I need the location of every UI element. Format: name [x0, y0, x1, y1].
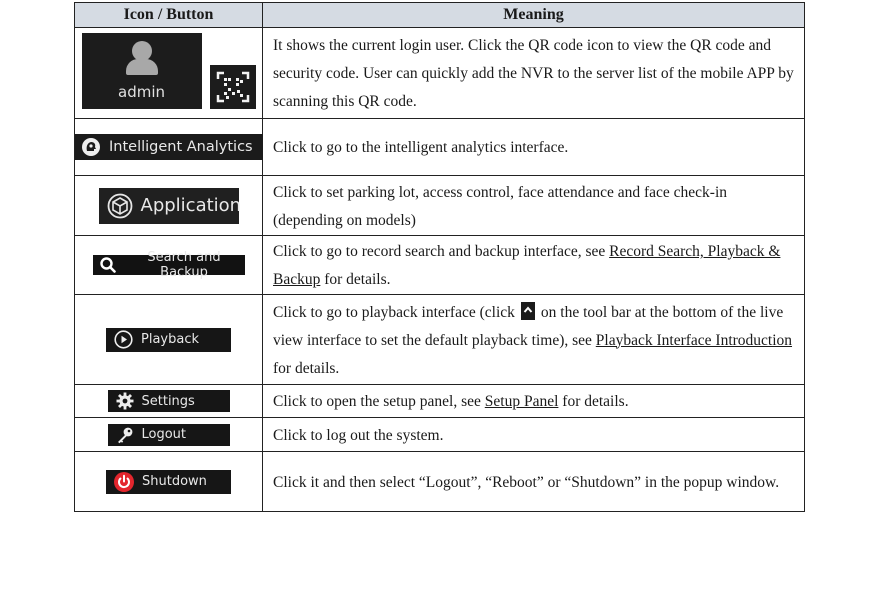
playback-interface-link[interactable]: Playback Interface Introduction — [596, 332, 792, 349]
icon-button-table: Icon / Button Meaning admin It shows the… — [74, 2, 805, 512]
search-and-backup-button[interactable]: Search and Backup — [92, 250, 245, 280]
settings-label: Settings — [141, 393, 195, 409]
search-icon — [99, 257, 116, 273]
chevron-up-icon — [520, 301, 535, 320]
header-meaning: Meaning — [262, 2, 805, 28]
table-row: Settings Click to open the setup panel, … — [74, 384, 805, 418]
meaning-cell: Click to go to the intelligent analytics… — [262, 118, 805, 176]
meaning-cell: Click to go to playback interface (click… — [262, 294, 805, 385]
meaning-cell: Click to set parking lot, access control… — [262, 175, 805, 236]
icon-cell: Application — [74, 175, 263, 236]
icon-cell: Shutdown — [74, 451, 263, 512]
meaning-cell: Click to log out the system. — [262, 417, 805, 452]
icon-cell: admin — [74, 27, 263, 119]
playback-label: Playback — [141, 332, 200, 347]
table-row: Application Click to set parking lot, ac… — [74, 175, 805, 236]
application-label: Application — [140, 195, 242, 216]
intelligent-analytics-label: Intelligent Analytics — [109, 139, 253, 155]
search-and-backup-label: Search and Backup — [147, 250, 221, 280]
gear-icon — [116, 392, 133, 410]
meaning-cell: Click it and then select “Logout”, “Rebo… — [262, 451, 805, 512]
intelligent-analytics-button[interactable]: Intelligent Analytics — [75, 134, 263, 160]
header-icon-button: Icon / Button — [74, 2, 263, 28]
table-row: Intelligent Analytics Click to go to the… — [74, 118, 805, 176]
meaning-cell: Click to open the setup panel, see Setup… — [262, 384, 805, 418]
icon-cell: Playback — [74, 294, 263, 385]
admin-label: admin — [118, 82, 165, 101]
application-cube-icon — [107, 193, 132, 218]
table-row: Shutdown Click it and then select “Logou… — [74, 451, 805, 512]
table-row: admin It shows the current login user. C… — [74, 27, 805, 119]
qr-code-icon — [216, 71, 249, 102]
icon-cell: Search and Backup — [74, 235, 263, 295]
playback-icon — [114, 330, 133, 349]
table-row: Search and Backup Click to go to record … — [74, 235, 805, 295]
power-icon — [114, 471, 134, 492]
playback-button[interactable]: Playback — [106, 327, 231, 352]
icon-cell: Logout — [74, 417, 263, 452]
user-avatar-icon — [131, 40, 152, 61]
icon-cell: Intelligent Analytics — [74, 118, 263, 176]
application-button[interactable]: Application — [98, 187, 242, 224]
table-header-row: Icon / Button Meaning — [74, 2, 805, 28]
table-row: Playback Click to go to playback interfa… — [74, 294, 805, 385]
shutdown-button[interactable]: Shutdown — [106, 469, 231, 494]
meaning-cell: Click to go to record search and backup … — [262, 235, 805, 295]
admin-user-button[interactable]: admin — [81, 32, 202, 109]
key-icon — [117, 427, 132, 443]
meaning-cell: It shows the current login user. Click t… — [262, 27, 805, 119]
logout-button[interactable]: Logout — [107, 423, 230, 446]
shutdown-label: Shutdown — [142, 474, 207, 489]
qr-code-button[interactable] — [209, 64, 256, 109]
setup-panel-link[interactable]: Setup Panel — [485, 393, 559, 410]
icon-cell: Settings — [74, 384, 263, 418]
settings-button[interactable]: Settings — [107, 390, 230, 412]
logout-label: Logout — [141, 427, 187, 442]
intelligent-analytics-icon — [82, 138, 100, 156]
table-row: Logout Click to log out the system. — [74, 417, 805, 452]
